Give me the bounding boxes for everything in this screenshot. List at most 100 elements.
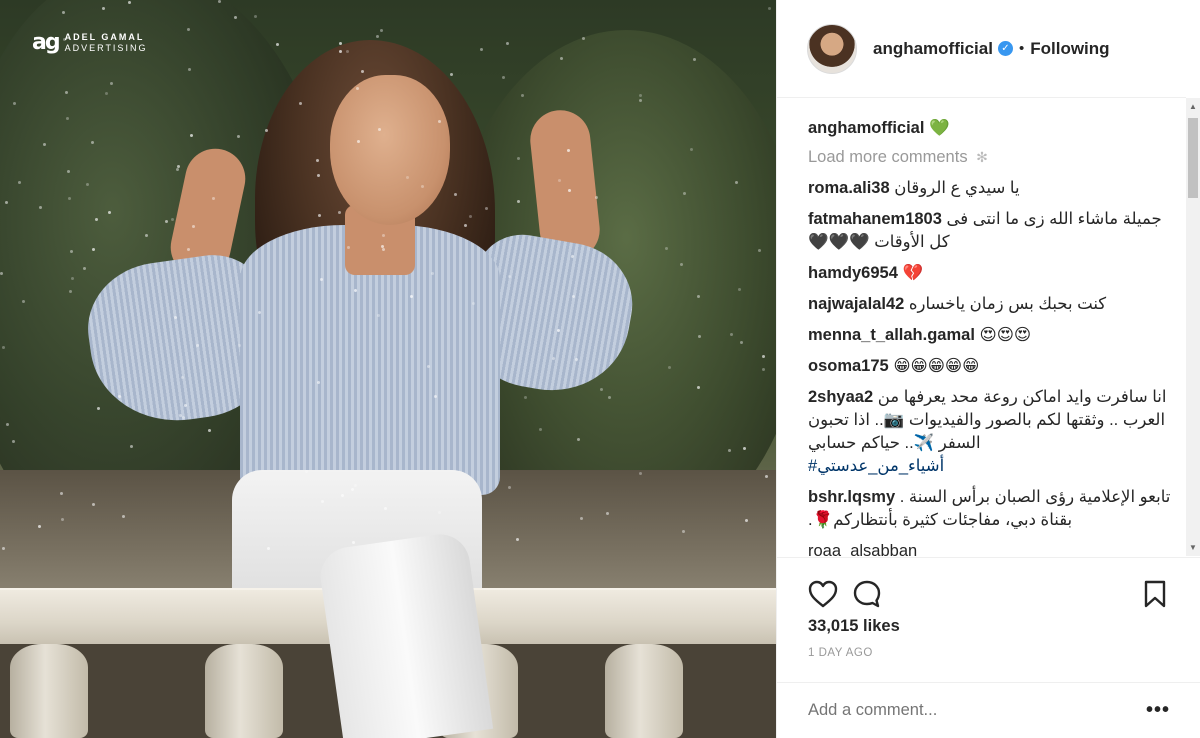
snow-speck [469,215,472,218]
snow-speck [43,143,46,146]
snow-speck [572,295,575,298]
load-more-label: Load more comments [808,148,968,166]
snow-speck [521,94,524,97]
post-header: anghamofficial ✓ • Following [777,0,1186,98]
snow-speck [65,91,68,94]
scrollbar-thumb[interactable] [1188,118,1198,198]
snow-speck [608,396,611,399]
comment-username[interactable]: roma.ali38 [808,179,890,197]
following-button[interactable]: Following [1030,39,1109,59]
snow-speck [765,475,768,478]
caption-text: 💚 [929,119,950,137]
post-photo[interactable]: ag ADEL GAMAL ADVERTISING [0,0,776,738]
snow-speck [768,7,771,10]
comment-hashtag-link[interactable]: #أشياء_من_عدستي [808,457,944,475]
caption-username[interactable]: anghamofficial [808,119,924,137]
snow-speck [595,196,598,199]
snow-speck [743,447,746,450]
header-username[interactable]: anghamofficial [873,39,993,59]
snow-speck [305,470,308,473]
comment-text: 💔 [902,264,924,282]
snow-speck [668,366,671,369]
scroll-up-arrow-icon[interactable]: ▲ [1189,102,1197,111]
snow-speck [558,179,561,182]
photo-baluster [10,644,88,738]
snow-speck [580,517,583,520]
add-comment-input[interactable] [808,701,1146,720]
snow-speck [13,102,16,105]
snow-speck [361,70,364,73]
snow-speck [384,507,387,510]
snow-speck [639,99,642,102]
comment-username[interactable]: osoma175 [808,357,889,375]
snow-speck [110,82,113,85]
snow-speck [187,248,190,251]
comment-text: يا سيدي ع الروقان [894,179,1020,197]
avatar[interactable] [807,23,857,74]
save-button[interactable] [1139,578,1171,610]
comment-item: hamdy6954 💔 [808,262,1175,285]
snow-speck [745,519,748,522]
snow-speck [182,416,185,419]
loading-spinner-icon: ✻ [976,149,988,165]
snow-speck [5,201,8,204]
photo-baluster [605,644,683,738]
snow-speck [575,358,578,361]
scroll-down-arrow-icon[interactable]: ▼ [1189,543,1197,552]
snow-speck [176,168,179,171]
snow-speck [557,329,560,332]
comment-username[interactable]: fatmahanem1803 [808,210,942,228]
comment-username[interactable]: 2shyaa2 [808,388,873,406]
snow-speck [165,220,168,223]
snow-speck [174,316,177,319]
snow-speck [38,525,41,528]
comments-scrollbar[interactable]: ▲ ▼ [1186,98,1200,556]
snow-speck [179,414,182,417]
snow-speck [356,87,359,90]
snow-speck [735,181,738,184]
likes-count[interactable]: 33,015 likes [777,617,1200,636]
heart-icon [808,580,838,608]
snow-speck [351,488,354,491]
snow-speck [339,50,342,53]
snow-speck [145,234,148,237]
post-timestamp[interactable]: 1 DAY AGO [777,647,1200,659]
comment-username[interactable]: najwajalal42 [808,295,904,313]
comment-username[interactable]: menna_t_allah.gamal [808,326,975,344]
snow-speck [61,518,64,521]
verified-badge-icon: ✓ [997,41,1013,56]
comment-item: 2shyaa2 انا سافرت وايد اماكن روعة محد يع… [808,386,1175,478]
snow-speck [218,0,221,3]
snow-speck [357,140,360,143]
snow-speck [639,94,642,97]
more-options-button[interactable]: ••• [1146,699,1170,722]
snow-speck [22,300,25,303]
snow-speck [338,211,341,214]
photo-jeans-leg [316,530,494,738]
snow-speck [683,192,686,195]
comment-username[interactable]: hamdy6954 [808,264,898,282]
snow-speck [697,386,700,389]
snow-speck [2,346,5,349]
snow-speck [181,376,184,379]
comment-bubble-icon [853,580,881,608]
snow-speck [68,197,71,200]
bookmark-icon [1144,580,1166,608]
comment-button[interactable] [851,578,883,610]
snow-speck [352,541,355,544]
snow-speck [91,141,94,144]
comment-username[interactable]: bshr.lqsmy [808,488,895,506]
brand-logo-mark: ag [32,30,61,55]
snow-speck [299,102,302,105]
like-button[interactable] [807,578,839,610]
snow-speck [238,344,241,347]
comment-username[interactable]: roaa_alsabban [808,542,917,557]
snow-speck [485,207,488,210]
comment-item: fatmahanem1803 جميلة ماشاء الله زى ما ان… [808,208,1175,254]
comments-list[interactable]: anghamofficial 💚 Load more comments ✻ ro… [777,99,1187,557]
load-more-comments-button[interactable]: Load more comments ✻ [808,148,1175,167]
snow-speck [317,381,320,384]
post-side-panel: anghamofficial ✓ • Following anghamoffic… [776,0,1200,738]
snow-speck [434,395,437,398]
snow-speck [665,247,668,250]
